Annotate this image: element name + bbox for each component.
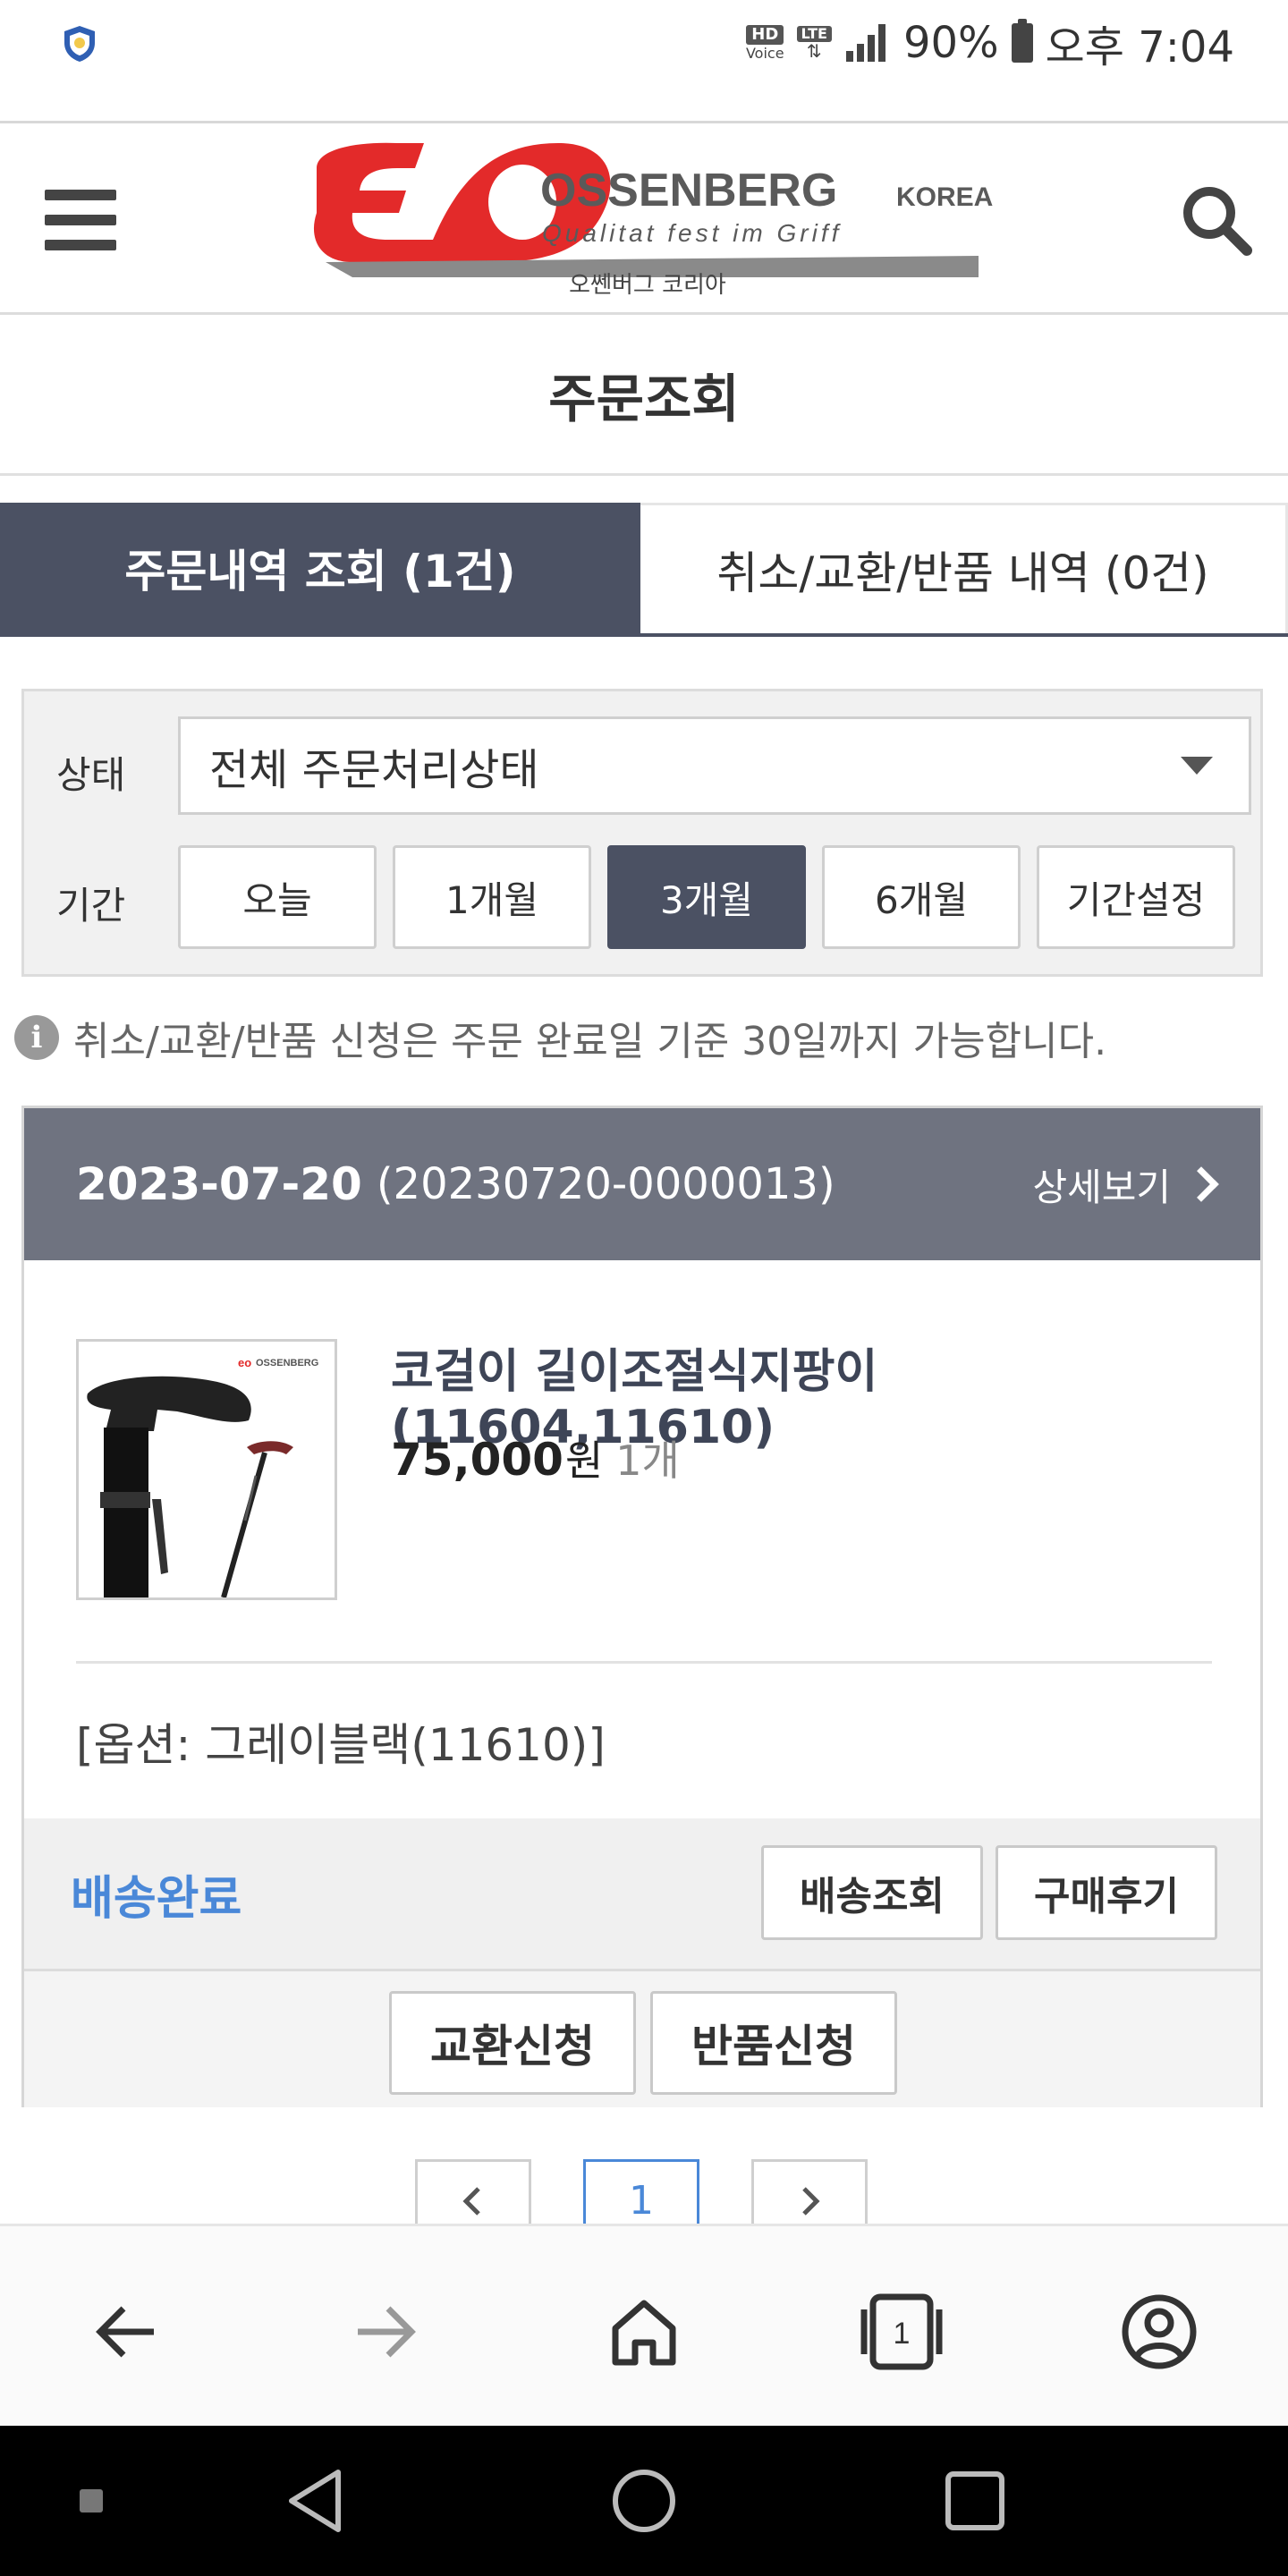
write-review-button[interactable]: 구매후기 bbox=[996, 1845, 1217, 1940]
period-3month-button[interactable]: 3개월 bbox=[607, 845, 806, 949]
site-header: OSSENBERG KOREA Qualitat fest im Griff 오… bbox=[0, 125, 1288, 315]
svg-text:Qualitat fest im Griff: Qualitat fest im Griff bbox=[542, 219, 842, 247]
notice-text: 취소/교환/반품 신청은 주문 완료일 기준 30일까지 가능합니다. bbox=[73, 1019, 1107, 1064]
order-filter: 상태 전체 주문처리상태 기간 오늘 1개월 3개월 6개월 기간설정 bbox=[21, 689, 1263, 977]
account-icon bbox=[1122, 2294, 1197, 2369]
account-button[interactable] bbox=[1106, 2278, 1213, 2385]
arrow-left-icon bbox=[96, 2306, 154, 2358]
forward-button[interactable] bbox=[331, 2278, 438, 2385]
dot-icon[interactable] bbox=[50, 2460, 132, 2542]
page-title: 주문조회 bbox=[548, 368, 740, 429]
home-button[interactable] bbox=[590, 2278, 698, 2385]
svg-text:KOREA: KOREA bbox=[896, 182, 993, 212]
order-tabs: 주문내역 조회 (1건) 취소/교환/반품 내역 (0건) bbox=[0, 503, 1288, 637]
delivery-status: 배송완료 bbox=[71, 1871, 242, 1926]
back-button[interactable] bbox=[73, 2278, 181, 2385]
home-icon bbox=[612, 2300, 676, 2366]
order-detail-label: 상세보기 bbox=[1032, 1165, 1171, 1209]
chevron-right-icon bbox=[1183, 1166, 1219, 1202]
battery-icon bbox=[1011, 19, 1033, 63]
order-action-bar: 배송완료 배송조회 구매후기 bbox=[24, 1818, 1260, 1969]
order-detail-link[interactable]: 상세보기 bbox=[1032, 1108, 1219, 1260]
price-currency: 원 bbox=[564, 1436, 604, 1485]
square-recents-icon bbox=[945, 2471, 1004, 2530]
tabs-icon: 1 bbox=[860, 2293, 943, 2370]
status-bar: HD Voice LTE ⇅ 90% 오후 7:04 bbox=[0, 0, 1288, 86]
period-buttons: 오늘 1개월 3개월 6개월 기간설정 bbox=[178, 845, 1235, 949]
tab-order-history[interactable]: 주문내역 조회 (1건) bbox=[0, 503, 640, 633]
period-custom-button[interactable]: 기간설정 bbox=[1037, 845, 1235, 949]
product-thumbnail[interactable]: eo OSSENBERG bbox=[76, 1339, 337, 1600]
security-shield-icon bbox=[64, 26, 95, 62]
status-label: 상태 bbox=[56, 753, 126, 797]
battery-percent: 90% bbox=[902, 18, 999, 68]
price-row: 75,000 원 1개 bbox=[391, 1428, 680, 1487]
browser-toolbar: 1 bbox=[0, 2224, 1288, 2426]
return-request-button[interactable]: 반품신청 bbox=[650, 1991, 897, 2095]
menu-icon[interactable] bbox=[45, 190, 116, 250]
chevron-right-icon bbox=[802, 2186, 820, 2216]
clock: 오후 7:04 bbox=[1045, 22, 1234, 72]
svg-text:eo: eo bbox=[238, 1356, 251, 1369]
dropdown-caret-icon bbox=[1181, 757, 1213, 775]
lte-icon: LTE ⇅ bbox=[796, 26, 832, 60]
period-6month-button[interactable]: 6개월 bbox=[822, 845, 1021, 949]
tab-cancel-exchange-return[interactable]: 취소/교환/반품 내역 (0건) bbox=[640, 503, 1288, 633]
svg-text:OSSENBERG: OSSENBERG bbox=[540, 165, 837, 216]
android-home-button[interactable] bbox=[603, 2460, 685, 2542]
product-option: [옵션: 그레이블랙(11610)] bbox=[76, 1719, 606, 1771]
circle-home-icon bbox=[613, 2470, 675, 2532]
header-divider bbox=[0, 86, 1288, 123]
product-quantity: 1개 bbox=[615, 1436, 680, 1485]
arrow-right-icon bbox=[358, 2306, 416, 2358]
order-number: (20230720-0000013) bbox=[376, 1159, 835, 1209]
walking-cane-image: eo OSSENBERG bbox=[79, 1342, 335, 1597]
order-header: 2023-07-20 (20230720-0000013) 상세보기 bbox=[24, 1108, 1260, 1260]
android-navigation-bar bbox=[0, 2426, 1288, 2576]
tabs-button[interactable]: 1 bbox=[848, 2278, 955, 2385]
status-select[interactable]: 전체 주문처리상태 bbox=[178, 716, 1251, 815]
period-1month-button[interactable]: 1개월 bbox=[393, 845, 591, 949]
notice: i 취소/교환/반품 신청은 주문 완료일 기준 30일까지 가능합니다. bbox=[14, 1009, 1106, 1066]
divider bbox=[76, 1661, 1212, 1664]
order-date: 2023-07-20 bbox=[76, 1158, 362, 1210]
triangle-back-icon bbox=[289, 2470, 341, 2532]
track-delivery-button[interactable]: 배송조회 bbox=[761, 1845, 983, 1940]
android-back-button[interactable] bbox=[274, 2460, 356, 2542]
logo-subtitle: 오쎈버그 코리아 bbox=[569, 272, 726, 299]
status-select-value: 전체 주문처리상태 bbox=[209, 745, 539, 795]
info-icon: i bbox=[14, 1015, 59, 1060]
claim-bar: 교환신청 반품신청 bbox=[24, 1969, 1260, 2107]
android-recents-button[interactable] bbox=[934, 2460, 1016, 2542]
order-card: 2023-07-20 (20230720-0000013) 상세보기 eo OS… bbox=[21, 1106, 1263, 2107]
exchange-request-button[interactable]: 교환신청 bbox=[389, 1991, 636, 2095]
signal-icon bbox=[845, 24, 886, 62]
search-icon[interactable] bbox=[1179, 182, 1254, 258]
chevron-left-icon bbox=[462, 2186, 480, 2216]
page-title-section: 주문조회 bbox=[0, 315, 1288, 476]
period-today-button[interactable]: 오늘 bbox=[178, 845, 377, 949]
svg-text:OSSENBERG: OSSENBERG bbox=[256, 1358, 318, 1368]
svg-text:1: 1 bbox=[894, 2317, 911, 2351]
hd-voice-icon: HD Voice bbox=[745, 25, 784, 62]
product-price: 75,000 bbox=[391, 1434, 564, 1486]
period-label: 기간 bbox=[56, 884, 126, 928]
